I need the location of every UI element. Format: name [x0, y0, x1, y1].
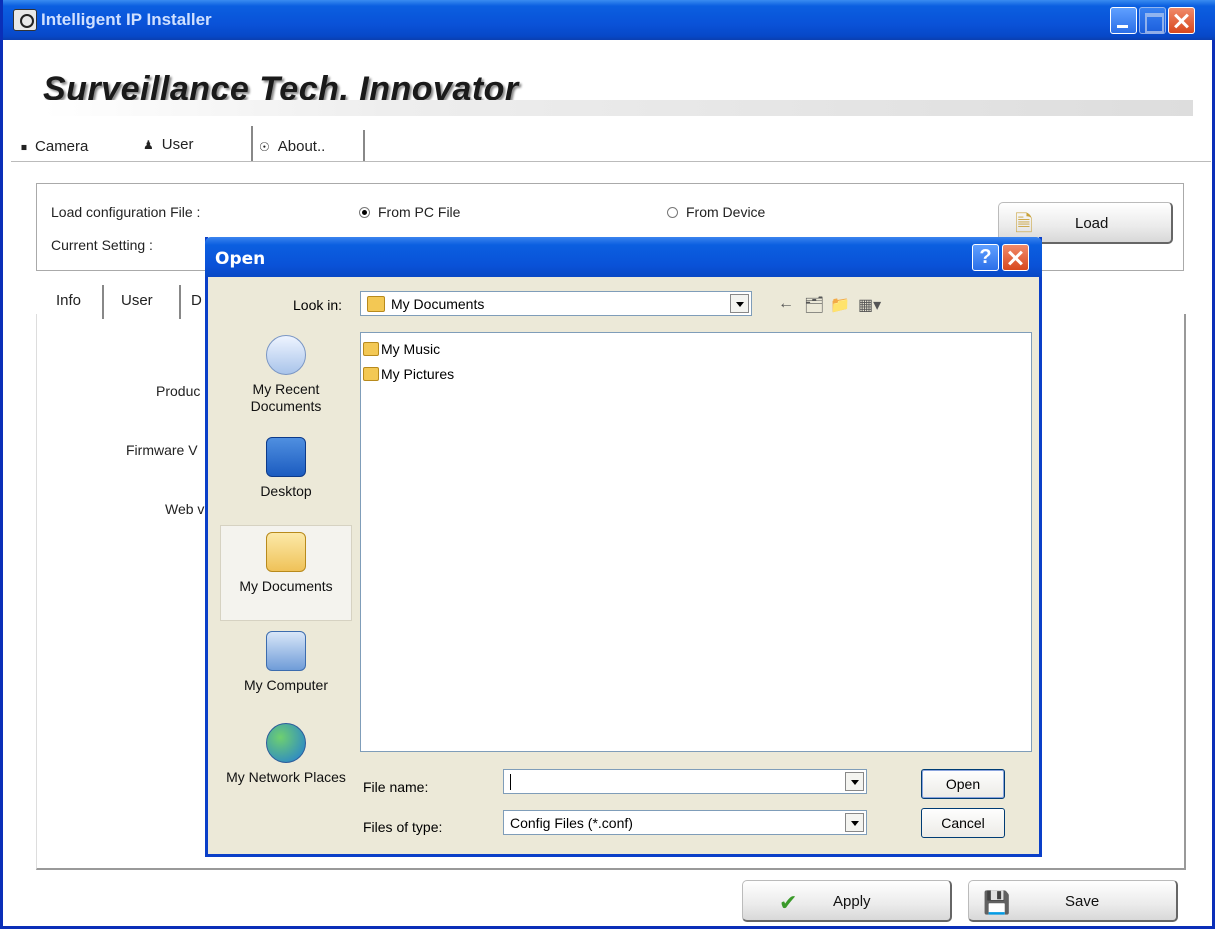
- cancel-button[interactable]: Cancel: [921, 808, 1005, 838]
- folder-icon: [363, 342, 379, 356]
- look-in-label: Look in:: [293, 297, 343, 313]
- chevron-down-icon[interactable]: [845, 813, 864, 832]
- my-documents-folder-icon: [266, 532, 306, 572]
- places-bar: My Recent Documents Desktop My Documents…: [220, 327, 352, 827]
- tab-camera[interactable]: ⏹ Camera: [21, 130, 146, 162]
- place-my-recent-documents[interactable]: My Recent Documents: [220, 335, 352, 415]
- maximize-button[interactable]: [1139, 7, 1166, 34]
- list-item[interactable]: My Music: [363, 341, 440, 357]
- my-documents-icon: [367, 296, 385, 312]
- dialog-title: Open: [215, 249, 266, 269]
- title-bar[interactable]: Intelligent IP Installer: [3, 0, 1215, 40]
- chevron-down-icon[interactable]: [845, 772, 864, 791]
- network-places-icon: [266, 723, 306, 763]
- recent-documents-icon: [266, 335, 306, 375]
- save-disk-icon: 💾: [983, 890, 1011, 915]
- product-label: Produc: [156, 383, 201, 399]
- from-pc-radio[interactable]: From PC File: [359, 204, 460, 220]
- file-name-label: File name:: [363, 779, 429, 795]
- place-my-documents[interactable]: My Documents: [220, 525, 352, 621]
- save-button[interactable]: 💾 Save: [968, 880, 1178, 922]
- file-type-label: Files of type:: [363, 819, 443, 835]
- current-setting-label: Current Setting :: [51, 237, 153, 253]
- file-list[interactable]: My Music My Pictures: [360, 332, 1032, 752]
- user-icon: ♟: [143, 138, 154, 152]
- place-my-computer[interactable]: My Computer: [220, 631, 352, 694]
- radio-selected-icon: [359, 207, 370, 218]
- from-device-radio[interactable]: From Device: [667, 204, 765, 220]
- banner-stripe: [43, 100, 1193, 116]
- web-version-label: Web v: [165, 501, 205, 517]
- firmware-label: Firmware V: [126, 442, 198, 458]
- back-icon[interactable]: ←: [778, 295, 794, 313]
- minimize-button[interactable]: [1110, 7, 1137, 34]
- file-name-input[interactable]: [503, 769, 867, 794]
- dialog-title-bar[interactable]: Open ?: [205, 237, 1042, 277]
- new-folder-icon[interactable]: 📁: [830, 295, 850, 315]
- look-in-select[interactable]: My Documents: [360, 291, 752, 316]
- chevron-down-icon[interactable]: [730, 294, 749, 313]
- my-computer-icon: [266, 631, 306, 671]
- list-item[interactable]: My Pictures: [363, 366, 454, 382]
- close-button[interactable]: [1168, 7, 1195, 34]
- load-config-label: Load configuration File :: [51, 204, 201, 220]
- tab-about[interactable]: ☉ About..: [257, 130, 365, 162]
- folder-icon: [363, 367, 379, 381]
- open-button[interactable]: Open: [921, 769, 1005, 799]
- window-title: Intelligent IP Installer: [41, 10, 212, 29]
- help-button[interactable]: ?: [972, 244, 999, 271]
- apply-button[interactable]: ✔ Apply: [742, 880, 952, 922]
- place-my-network-places[interactable]: My Network Places: [220, 723, 352, 786]
- checkmark-icon: ✔: [779, 890, 798, 915]
- views-menu-icon[interactable]: ▦▾: [858, 295, 881, 315]
- tab-user[interactable]: ♟ User: [143, 126, 253, 162]
- camera-app-icon: [13, 9, 37, 31]
- place-desktop[interactable]: Desktop: [220, 437, 352, 500]
- dialog-close-button[interactable]: [1002, 244, 1029, 271]
- desktop-icon: [266, 437, 306, 477]
- camera-icon: ⏹: [21, 140, 28, 154]
- up-folder-icon[interactable]: 🗂: [804, 295, 824, 315]
- radio-unselected-icon: [667, 207, 678, 218]
- tab-divider: [11, 161, 1211, 162]
- open-dialog: Open ? Look in: My Documents ← 🗂 📁 ▦▾ My…: [205, 237, 1042, 857]
- info-icon: ☉: [259, 140, 270, 154]
- file-type-select[interactable]: Config Files (*.conf): [503, 810, 867, 835]
